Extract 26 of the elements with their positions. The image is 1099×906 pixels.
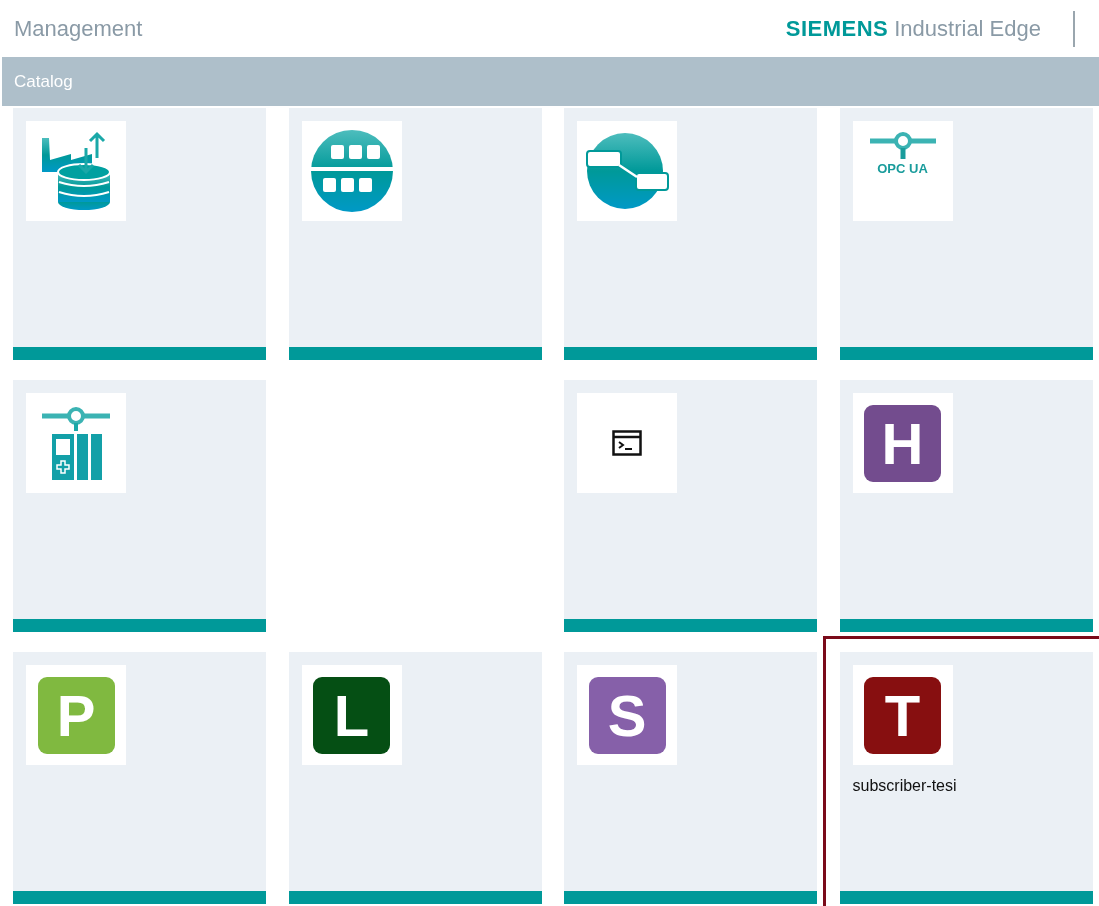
app-letter-logo: L	[313, 676, 390, 754]
app-letter-logo: P	[37, 676, 115, 754]
device-connector-icon	[40, 406, 112, 480]
app-tile[interactable]	[564, 380, 817, 632]
product-name: Industrial Edge	[894, 15, 1041, 42]
app-tile[interactable]: OPC UA	[839, 108, 1093, 360]
app-tile[interactable]	[13, 108, 266, 360]
app-tile[interactable]: S	[564, 652, 817, 904]
app-tile[interactable]	[13, 380, 266, 632]
app-letter-logo: H	[864, 404, 941, 482]
app-letter-logo: T	[864, 676, 941, 754]
terminal-icon	[612, 430, 642, 456]
opc-ua-logo-text: OPC UA	[877, 161, 928, 176]
app-tile[interactable]	[288, 108, 542, 360]
connector-icon	[869, 131, 936, 159]
app-letter-logo: S	[588, 676, 666, 754]
app-tile[interactable]: H	[839, 380, 1093, 632]
section-title: Catalog	[14, 71, 73, 92]
app-name: subscriber-tesi	[852, 777, 958, 795]
brand-logo: SIEMENS	[785, 15, 889, 42]
network-circle-icon	[310, 130, 393, 212]
app-tile[interactable]: L	[288, 652, 542, 904]
page-title: Management	[14, 15, 144, 42]
app-tile[interactable]: T subscriber-tesi	[839, 652, 1093, 904]
diagram-circle-icon	[584, 131, 670, 211]
app-tile[interactable]	[564, 108, 817, 360]
